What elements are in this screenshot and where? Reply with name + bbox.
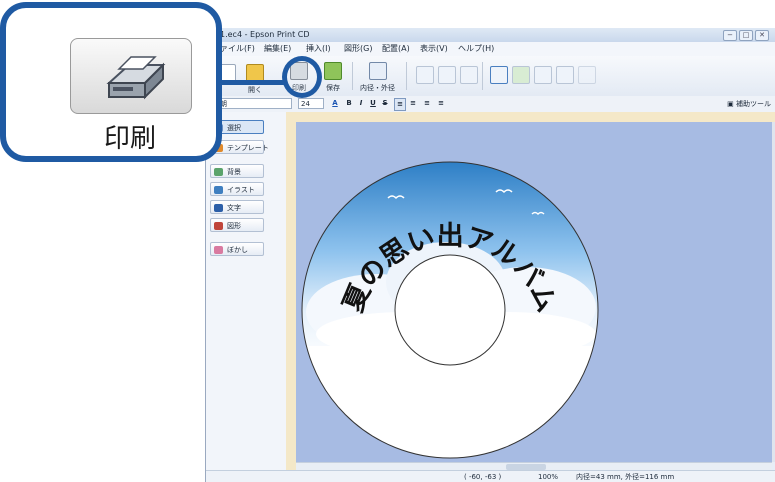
panel-blur-button[interactable]: ぼかし [210, 242, 264, 256]
menu-insert[interactable]: 挿入(I) [306, 42, 331, 56]
tool-rotate-left-icon[interactable] [416, 66, 434, 84]
print-highlight-ring [282, 56, 322, 98]
panel-background-button[interactable]: 背景 [210, 164, 264, 178]
tool-grid-icon[interactable] [556, 66, 574, 84]
tool-zoom-in-icon[interactable] [512, 66, 530, 84]
title-bar: 1.ec4 - Epson Print CD − □ ✕ [206, 28, 775, 42]
text-color-icon[interactable]: A [330, 98, 340, 109]
assist-tool-button[interactable]: ▣ 補助ツール [727, 98, 771, 110]
callout-print-button[interactable] [70, 38, 192, 114]
menu-edit[interactable]: 編集(E) [264, 42, 291, 56]
tool-rotate-right-icon[interactable] [438, 66, 456, 84]
menu-help[interactable]: ヘルプ(H) [458, 42, 494, 56]
text-icon [214, 204, 223, 212]
toolbar-separator [406, 62, 407, 90]
panel-text-button[interactable]: 文字 [210, 200, 264, 214]
panel-shape-button[interactable]: 図形 [210, 218, 264, 232]
status-zoom: 100% [538, 473, 559, 481]
assist-tool-label: 補助ツール [736, 100, 771, 108]
illustration-icon [214, 186, 223, 194]
design-canvas[interactable]: 夏の思い出アルバム [296, 122, 772, 462]
zoom-callout: 印刷 [0, 2, 222, 162]
align-right-icon[interactable]: ≡ [422, 98, 432, 109]
tool-flip-icon[interactable] [460, 66, 478, 84]
callout-print-label: 印刷 [103, 124, 156, 154]
blur-icon [214, 246, 223, 254]
tool-zoom-out-icon[interactable] [534, 66, 552, 84]
menu-shape[interactable]: 図形(G) [344, 42, 372, 56]
justify-icon[interactable]: ≡ [436, 98, 446, 109]
window-controls: − □ ✕ [723, 30, 769, 41]
toolbar-separator [352, 62, 353, 90]
application-window: 1.ec4 - Epson Print CD − □ ✕ ファイル(F) 編集(… [205, 28, 775, 482]
assist-tool-icon: ▣ [727, 100, 736, 108]
align-center-icon[interactable]: ≡ [408, 98, 418, 109]
toolbar-open-label: 開く [248, 86, 262, 94]
toolbar-save-label: 保存 [326, 84, 340, 92]
underline-icon[interactable]: U [368, 98, 378, 109]
panel-text-label: 文字 [227, 204, 241, 212]
window-title: 1.ec4 - Epson Print CD [220, 30, 310, 39]
menu-arrange[interactable]: 配置(A) [382, 42, 410, 56]
menu-bar: ファイル(F) 編集(E) 挿入(I) 図形(G) 配置(A) 表示(V) ヘル… [206, 42, 775, 57]
italic-icon[interactable]: I [356, 98, 366, 109]
disc-preview: 夏の思い出アルバム [301, 161, 599, 459]
panel-illustration-label: イラスト [227, 186, 255, 194]
background-icon [214, 168, 223, 176]
tool-preview-icon[interactable] [578, 66, 596, 84]
toolbar-diameter[interactable]: 内径・外径 [360, 62, 395, 93]
minimize-button[interactable]: − [723, 30, 737, 41]
save-icon [324, 62, 342, 80]
printer-icon [106, 56, 166, 100]
panel-illustration-button[interactable]: イラスト [210, 182, 264, 196]
diameter-icon [368, 62, 387, 80]
panel-shape-label: 図形 [227, 222, 241, 230]
callout-connector [214, 80, 284, 85]
close-button[interactable]: ✕ [755, 30, 769, 41]
status-diameter: 内径=43 mm, 外径=116 mm [576, 473, 675, 481]
menu-view[interactable]: 表示(V) [420, 42, 448, 56]
left-tool-panel: 選択 テンプレート 背景 イラスト 文字 図形 ぼかし [206, 112, 287, 472]
panel-blur-label: ぼかし [227, 246, 248, 254]
bold-icon[interactable]: B [344, 98, 354, 109]
panel-select-label: 選択 [227, 124, 241, 132]
status-coordinates: ( -60, -63 ) [464, 473, 502, 481]
toolbar-save[interactable]: 保存 [324, 62, 342, 93]
tool-fit-icon[interactable] [490, 66, 508, 84]
toolbar-separator [482, 62, 483, 90]
disc-inner-hole [394, 254, 506, 366]
panel-background-label: 背景 [227, 168, 241, 176]
shape-icon [214, 222, 223, 230]
strikethrough-icon[interactable]: S [380, 98, 390, 109]
maximize-button[interactable]: □ [739, 30, 753, 41]
panel-template-label: テンプレート [227, 144, 269, 152]
toolbar-diameter-label: 内径・外径 [360, 84, 395, 92]
status-bar: ( -60, -63 ) 100% 内径=43 mm, 外径=116 mm [206, 470, 775, 482]
format-bar: 明朝 24 A B I U S ≡ ≡ ≡ ≡ ▣ 補助ツール [206, 96, 775, 113]
font-select[interactable]: 明朝 [210, 98, 292, 109]
align-left-icon[interactable]: ≡ [394, 98, 406, 111]
font-size-select[interactable]: 24 [298, 98, 324, 109]
